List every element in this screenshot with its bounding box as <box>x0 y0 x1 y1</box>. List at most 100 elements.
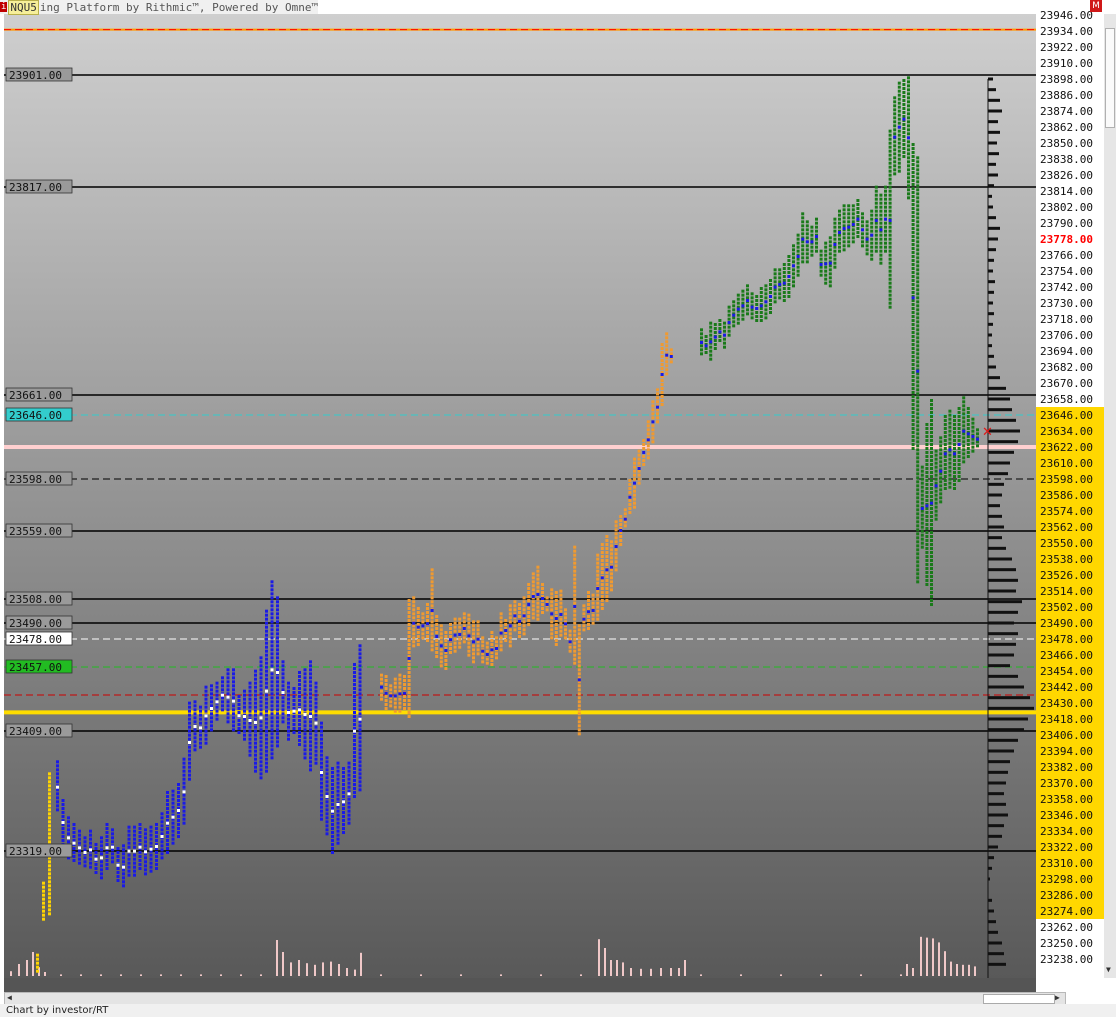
tpo-letter <box>911 243 915 246</box>
tpo-letter <box>916 356 920 360</box>
tpo-letter <box>298 679 301 682</box>
tpo-letter <box>916 524 920 528</box>
tpo-letter <box>292 695 296 698</box>
tpo-letter <box>254 745 257 749</box>
tpo-column-blue <box>353 663 356 798</box>
tpo-column-green <box>925 423 929 586</box>
title-badge: i <box>0 2 8 12</box>
scroll-left-arrow-icon[interactable]: ◀ <box>7 992 12 1003</box>
volume-bar <box>860 974 862 976</box>
price-tick: 23286.00 <box>1040 889 1093 902</box>
tpo-letter <box>421 616 425 620</box>
tpo-letter <box>554 603 558 606</box>
tpo-letter <box>347 781 351 785</box>
scroll-right-arrow-icon[interactable]: ▶ <box>1055 992 1060 1003</box>
tpo-letter <box>943 463 947 466</box>
profile-bar <box>988 130 1000 134</box>
tpo-open-marker <box>934 484 938 488</box>
tpo-column-green <box>939 436 943 504</box>
tpo-letter <box>449 643 452 646</box>
level-tag-23490.00[interactable]: 23490.00 <box>5 615 73 630</box>
tpo-letter <box>939 480 943 484</box>
tpo-letter <box>916 388 920 392</box>
level-tag-23409.00[interactable]: 23409.00 <box>5 723 73 738</box>
tpo-letter <box>957 479 961 482</box>
tpo-letter <box>856 211 860 214</box>
tpo-letter <box>782 263 786 266</box>
tpo-letter <box>792 248 795 252</box>
vertical-scroll-thumb[interactable] <box>1105 28 1115 128</box>
tpo-letter <box>660 359 664 362</box>
tpo-letter <box>930 399 933 402</box>
level-tag-23646.00[interactable]: 23646.00 <box>5 407 73 422</box>
tpo-letter <box>865 252 869 256</box>
tpo-letter <box>792 272 795 276</box>
tpo-letter <box>893 120 897 124</box>
tpo-letter <box>916 436 920 440</box>
tpo-letter <box>911 187 915 190</box>
tpo-letter <box>614 524 618 528</box>
tpo-letter <box>309 692 312 696</box>
tpo-open-marker <box>828 261 832 265</box>
tpo-letter <box>577 696 581 700</box>
profile-bar <box>988 440 1018 444</box>
profile-bar <box>988 365 996 369</box>
tpo-letter <box>259 700 263 704</box>
level-tag-23598.00[interactable]: 23598.00 <box>5 471 73 486</box>
tpo-letter <box>957 467 961 470</box>
symbol-label[interactable]: NQU5 <box>8 0 39 15</box>
price-tick: 23370.00 <box>1040 777 1093 790</box>
level-tag-23559.00[interactable]: 23559.00 <box>5 523 73 538</box>
tpo-column-orange <box>421 612 425 640</box>
tpo-letter <box>828 268 832 272</box>
tpo-letter <box>215 693 219 697</box>
chart-canvas[interactable]: 23946.0023934.0023922.0023910.0023898.00… <box>0 0 1116 1018</box>
scroll-down-arrow-icon[interactable]: ▼ <box>1106 964 1111 975</box>
tpo-letter <box>930 515 933 518</box>
tpo-letter <box>389 684 393 688</box>
tpo-letter <box>642 443 646 446</box>
level-tag-23319.00[interactable]: 23319.00 <box>5 843 73 858</box>
tpo-letter <box>182 773 186 777</box>
corner-badge[interactable]: M <box>1090 0 1102 12</box>
level-tag-23817.00[interactable]: 23817.00 <box>5 179 73 194</box>
tpo-letter <box>481 656 485 660</box>
profile-bar <box>988 152 999 156</box>
vertical-scrollbar[interactable]: ▼ <box>1104 14 1116 978</box>
tpo-letter <box>320 773 323 777</box>
horizontal-scroll-thumb[interactable] <box>983 994 1055 1004</box>
tpo-letter <box>353 763 356 766</box>
tpo-letter <box>700 348 703 352</box>
tpo-letter <box>916 424 920 428</box>
tpo-letter <box>287 693 290 697</box>
level-tag-23508.00[interactable]: 23508.00 <box>5 591 73 606</box>
tpo-letter <box>907 184 910 188</box>
tpo-letter <box>573 657 577 661</box>
level-tag-23478.00[interactable]: 23478.00 <box>5 631 73 646</box>
tpo-letter <box>56 804 59 808</box>
tpo-letter <box>966 435 970 438</box>
tpo-letter <box>828 264 832 268</box>
tpo-letter <box>513 624 517 628</box>
tpo-letter <box>265 709 268 713</box>
tpo-letter <box>920 545 924 549</box>
tpo-letter <box>221 676 224 680</box>
tpo-letter <box>911 331 915 334</box>
tpo-letter <box>916 348 920 352</box>
level-tag-23661.00[interactable]: 23661.00 <box>5 387 73 402</box>
tpo-letter <box>934 517 938 521</box>
tpo-letter <box>920 477 924 481</box>
tpo-letter <box>398 705 402 709</box>
level-tag-23901.00[interactable]: 23901.00 <box>5 67 73 82</box>
tpo-letter <box>226 688 230 692</box>
tpo-letter <box>879 253 883 257</box>
level-tag-23457.00[interactable]: 23457.00 <box>5 659 73 674</box>
tpo-letter <box>916 312 920 316</box>
tpo-letter <box>527 619 531 622</box>
tpo-letter <box>426 619 429 622</box>
tpo-letter <box>287 713 290 717</box>
tpo-letter <box>600 543 604 546</box>
tpo-letter <box>759 307 763 310</box>
tpo-letter <box>270 684 274 688</box>
tpo-letter <box>155 855 158 858</box>
